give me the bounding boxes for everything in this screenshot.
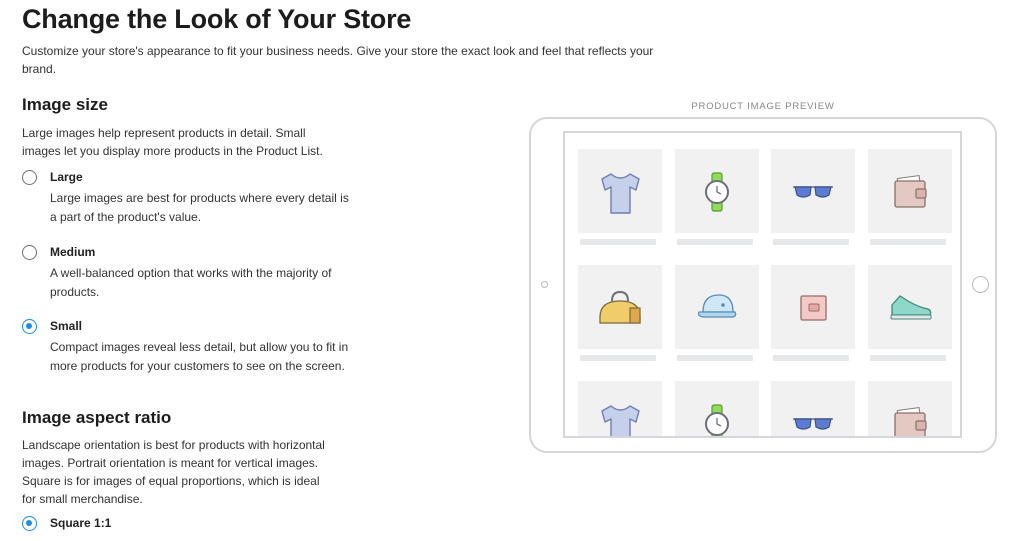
product-caption-placeholder — [870, 239, 946, 245]
product-tile — [771, 265, 855, 349]
page-title: Change the Look of Your Store — [22, 4, 412, 34]
watch-icon — [705, 172, 729, 212]
aspect-ratio-description: Landscape orientation is best for produc… — [22, 438, 325, 506]
t-shirt-icon — [601, 173, 640, 214]
page-description: Customize your store's appearance to fit… — [22, 44, 654, 76]
product-tile — [675, 149, 759, 233]
product-tile — [868, 265, 952, 349]
radio-medium[interactable] — [22, 245, 37, 260]
bag-icon — [599, 290, 641, 324]
product-tile — [578, 149, 662, 233]
option-description: A well-balanced option that works with t… — [50, 266, 332, 299]
product-caption-placeholder — [773, 239, 849, 245]
product-caption-placeholder — [677, 239, 753, 245]
product-tile — [578, 381, 662, 436]
option-label: Square 1:1 — [50, 516, 112, 530]
cap-icon — [697, 294, 737, 318]
sneaker-icon — [890, 295, 932, 320]
product-tile — [868, 149, 952, 233]
product-caption-placeholder — [870, 355, 946, 361]
purse-icon — [800, 295, 827, 321]
aspect-ratio-heading: Image aspect ratio — [22, 408, 172, 427]
radio-small[interactable] — [22, 319, 37, 334]
sunglasses-icon — [793, 186, 833, 198]
product-tile — [771, 381, 855, 436]
option-label: Small — [50, 319, 83, 333]
tablet-home-button — [972, 276, 989, 293]
option-description: Compact images reveal less detail, but a… — [50, 340, 349, 373]
product-caption-placeholder — [580, 355, 656, 361]
product-tile — [771, 149, 855, 233]
image-size-description: Large images help represent products in … — [22, 126, 323, 158]
watch-icon — [705, 404, 729, 436]
radio-large[interactable] — [22, 170, 37, 185]
product-tile — [675, 265, 759, 349]
image-size-heading: Image size — [22, 95, 108, 114]
product-caption-placeholder — [773, 355, 849, 361]
option-label: Medium — [50, 245, 96, 259]
tablet-screen — [563, 131, 962, 438]
option-description: Large images are best for products where… — [50, 191, 349, 224]
wallet-icon — [894, 174, 927, 208]
product-tile — [578, 265, 662, 349]
product-caption-placeholder — [580, 239, 656, 245]
product-tile — [868, 381, 952, 436]
t-shirt-icon — [601, 405, 640, 436]
product-caption-placeholder — [677, 355, 753, 361]
radio-square[interactable] — [22, 516, 37, 531]
wallet-icon — [894, 406, 927, 436]
option-label: Large — [50, 170, 83, 184]
tablet-camera — [541, 281, 548, 288]
sunglasses-icon — [793, 418, 833, 430]
preview-label: PRODUCT IMAGE PREVIEW — [691, 101, 835, 112]
product-tile — [675, 381, 759, 436]
